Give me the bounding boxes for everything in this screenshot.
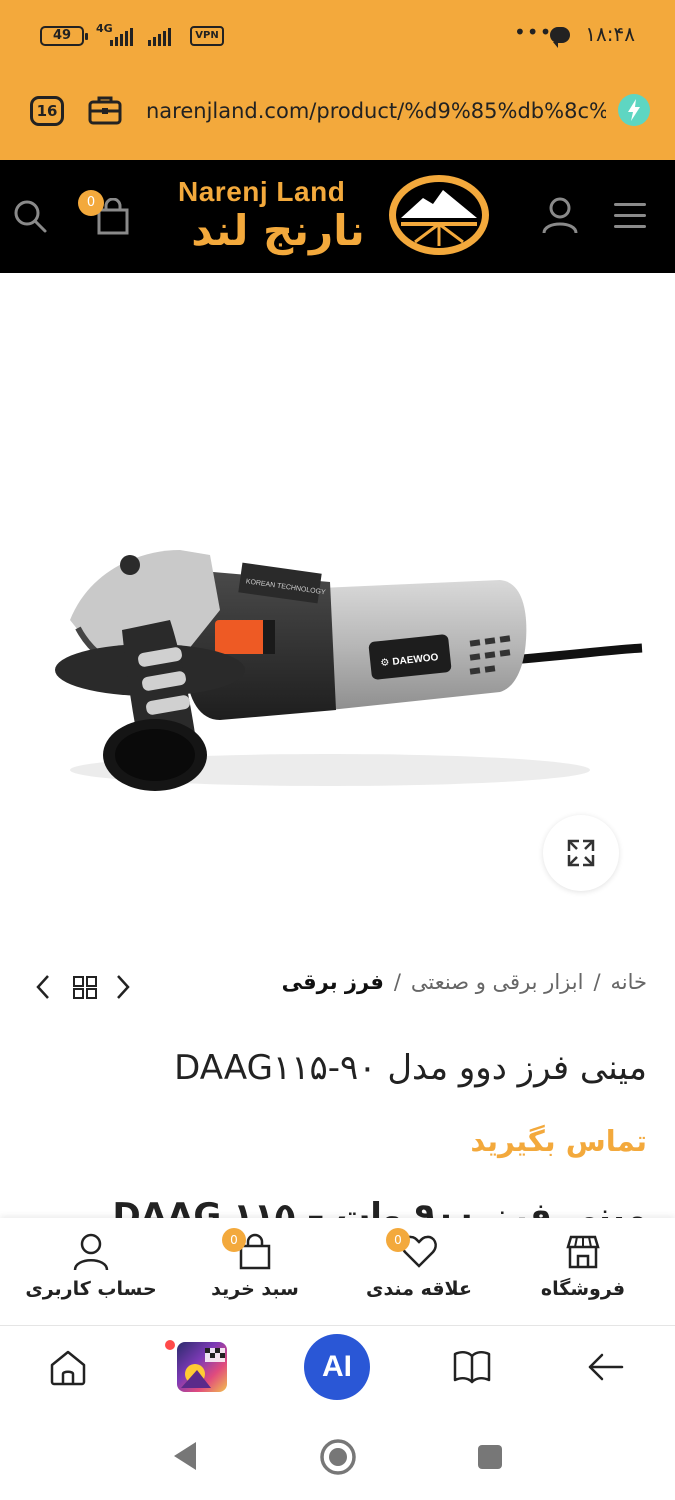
nav-home-icon[interactable] — [318, 1437, 358, 1481]
home-icon[interactable] — [48, 1347, 88, 1391]
back-arrow-icon[interactable] — [586, 1350, 626, 1388]
battery-indicator: 49 — [40, 26, 88, 46]
account-icon[interactable] — [540, 195, 580, 239]
vpn-badge: VPN — [190, 26, 224, 46]
status-bar: 49 4G VPN ••• ۱۸:۴۸ — [0, 0, 675, 72]
reading-mode-icon[interactable] — [452, 1348, 492, 1390]
logo-text-en[interactable]: Narenj Land — [178, 176, 345, 208]
tab-switcher-button[interactable]: 16 — [30, 96, 64, 126]
zoom-button[interactable] — [543, 815, 619, 891]
cart-count-badge-bottom: 0 — [222, 1228, 246, 1252]
cart-count-badge: 0 — [78, 190, 104, 216]
product-navigation — [32, 970, 142, 1004]
breadcrumb-home[interactable]: خانه — [611, 970, 647, 994]
signal-icon-2 — [148, 28, 171, 46]
ai-assistant-button[interactable]: AI — [304, 1334, 370, 1400]
svg-text:⚙: ⚙ — [380, 657, 390, 669]
signal-icon — [110, 28, 133, 46]
next-product-icon — [117, 975, 130, 999]
bottom-bar-shop-label: فروشگاه — [540, 1278, 626, 1300]
speed-boost-icon[interactable] — [618, 94, 650, 126]
bottom-bar-shop[interactable]: فروشگاه — [508, 1232, 658, 1312]
logo-emblem-icon[interactable] — [385, 172, 493, 258]
breadcrumb-current[interactable]: فرز برقی — [282, 970, 384, 994]
breadcrumb-separator: / — [393, 970, 401, 994]
nav-back-icon[interactable] — [170, 1440, 200, 1476]
menu-icon[interactable] — [614, 203, 648, 229]
bottom-bar-account-label: حساب کاربری — [25, 1278, 157, 1300]
url-field[interactable]: narenjland.com/product/%d9%85%db%8c% — [146, 96, 606, 126]
price-contact-label: تماس بگیرید — [470, 1124, 647, 1158]
description-heading: مینی فرز ۹۰۰ وات – DAAG ۱۱۵ — [112, 1196, 647, 1218]
screen: { "status_bar": { "time": "۱۸:۴۸", "batt… — [0, 0, 675, 1500]
more-notifications-icon: ••• — [514, 20, 553, 44]
notification-dot — [165, 1340, 175, 1350]
bottom-bar-wishlist-label: علاقه مندی — [366, 1278, 472, 1300]
breadcrumb-separator: / — [593, 970, 601, 994]
chat-notification-icon — [550, 27, 570, 48]
breadcrumb-category[interactable]: ابزار برقی و صنعتی — [411, 970, 584, 994]
bottom-bar-cart-label: سبد خرید — [211, 1278, 299, 1300]
briefcase-icon[interactable] — [88, 94, 122, 126]
wishlist-count-badge: 0 — [386, 1228, 410, 1252]
clock: ۱۸:۴۸ — [585, 22, 635, 46]
product-title: مینی فرز دوو مدل DAAG۱۱۵-۹۰ — [174, 1048, 647, 1088]
breadcrumb: خانه / ابزار برقی و صنعتی / فرز برقی — [282, 970, 647, 994]
grid-icon — [73, 976, 97, 999]
game-shortcut-thumbnail[interactable] — [177, 1342, 227, 1392]
bottom-bar-wishlist[interactable]: 0 علاقه مندی — [344, 1228, 494, 1312]
bottom-bar-cart[interactable]: 0 سبد خرید — [180, 1228, 330, 1312]
prev-product-icon — [36, 975, 49, 999]
bottom-bar-account[interactable]: حساب کاربری — [16, 1232, 166, 1312]
logo-text-fa[interactable]: نارنج لند — [180, 206, 376, 256]
search-icon[interactable] — [12, 198, 48, 238]
nav-recents-icon[interactable] — [476, 1443, 504, 1475]
